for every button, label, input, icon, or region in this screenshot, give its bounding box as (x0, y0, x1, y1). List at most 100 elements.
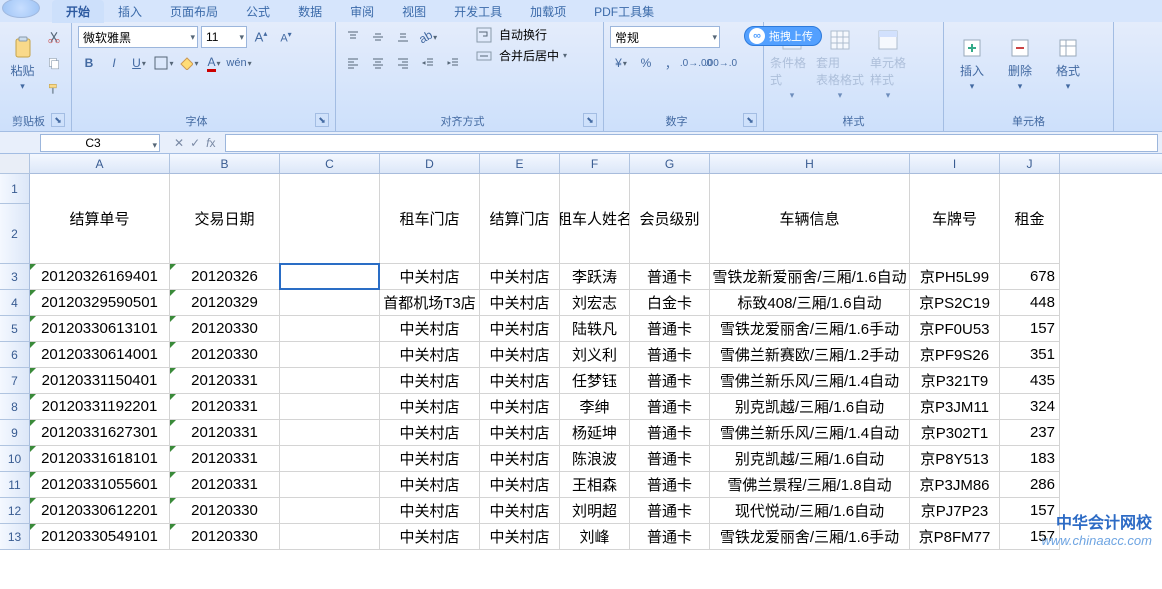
data-cell[interactable]: 李跃涛 (560, 264, 630, 290)
tab-9[interactable]: PDF工具集 (580, 0, 668, 23)
col-header[interactable]: G (630, 154, 710, 173)
col-header[interactable]: A (30, 154, 170, 173)
data-cell[interactable]: 京P3JM11 (910, 394, 1000, 420)
fx-button[interactable]: fx (206, 136, 215, 150)
tab-3[interactable]: 公式 (232, 0, 284, 23)
clipboard-dialog-launcher[interactable]: ⬊ (51, 113, 65, 127)
data-cell[interactable] (280, 368, 380, 394)
office-button[interactable] (2, 0, 40, 18)
header-cell[interactable]: 租车人姓名 (560, 174, 630, 264)
data-cell[interactable]: 20120331192201 (30, 394, 170, 420)
data-cell[interactable]: 京P8Y513 (910, 446, 1000, 472)
data-cell[interactable] (280, 394, 380, 420)
row-header[interactable]: 8 (0, 394, 30, 420)
data-cell[interactable]: 陆轶凡 (560, 316, 630, 342)
insert-cells-button[interactable]: 插入▾ (950, 26, 994, 102)
data-cell[interactable] (280, 342, 380, 368)
data-cell[interactable]: 中关村店 (480, 316, 560, 342)
data-cell[interactable]: 20120329 (170, 290, 280, 316)
data-cell[interactable]: 普通卡 (630, 420, 710, 446)
data-cell[interactable]: 京P3JM86 (910, 472, 1000, 498)
row-header[interactable]: 2 (0, 204, 30, 264)
format-as-table-button[interactable]: 套用 表格格式▾ (818, 26, 862, 102)
align-top-button[interactable] (342, 26, 364, 48)
data-cell[interactable]: 中关村店 (480, 264, 560, 290)
shrink-font-button[interactable]: A▾ (275, 26, 297, 48)
data-cell[interactable]: 中关村店 (380, 498, 480, 524)
data-cell[interactable]: 20120330 (170, 498, 280, 524)
data-cell[interactable]: 中关村店 (480, 290, 560, 316)
data-cell[interactable]: 20120331055601 (30, 472, 170, 498)
data-cell[interactable]: 20120330549101 (30, 524, 170, 550)
data-cell[interactable]: 京PS2C19 (910, 290, 1000, 316)
data-cell[interactable]: 448 (1000, 290, 1060, 316)
data-cell[interactable]: 雪佛兰新赛欧/三厢/1.2手动 (710, 342, 910, 368)
data-cell[interactable]: 雪佛兰景程/三厢/1.8自动 (710, 472, 910, 498)
data-cell[interactable]: 任梦钰 (560, 368, 630, 394)
tab-7[interactable]: 开发工具 (440, 0, 516, 23)
data-cell[interactable]: 286 (1000, 472, 1060, 498)
data-cell[interactable] (280, 264, 380, 290)
cell-styles-button[interactable]: 单元格 样式▾ (866, 26, 910, 102)
align-bottom-button[interactable] (392, 26, 414, 48)
data-cell[interactable]: 标致408/三厢/1.6自动 (710, 290, 910, 316)
row-header[interactable]: 4 (0, 290, 30, 316)
cells-area[interactable]: 结算单号交易日期租车门店结算门店租车人姓名会员级别车辆信息车牌号租金201203… (30, 174, 1162, 550)
data-cell[interactable]: 京P8FM77 (910, 524, 1000, 550)
data-cell[interactable]: 刘义利 (560, 342, 630, 368)
header-cell[interactable]: 车牌号 (910, 174, 1000, 264)
tab-1[interactable]: 插入 (104, 0, 156, 23)
formula-input[interactable] (225, 134, 1158, 152)
data-cell[interactable]: 京PF9S26 (910, 342, 1000, 368)
decrease-decimal-button[interactable]: .00→.0 (710, 52, 732, 74)
font-name-combo[interactable]: 微软雅黑▾ (78, 26, 198, 48)
data-cell[interactable]: 157 (1000, 316, 1060, 342)
row-header[interactable]: 12 (0, 498, 30, 524)
data-cell[interactable]: 雪佛兰新乐风/三厢/1.4自动 (710, 368, 910, 394)
data-cell[interactable]: 雪佛兰新乐风/三厢/1.4自动 (710, 420, 910, 446)
data-cell[interactable]: 雪铁龙新爱丽舍/三厢/1.6自动 (710, 264, 910, 290)
col-header[interactable]: E (480, 154, 560, 173)
data-cell[interactable]: 中关村店 (380, 394, 480, 420)
data-cell[interactable]: 中关村店 (380, 524, 480, 550)
data-cell[interactable]: 157 (1000, 498, 1060, 524)
header-cell[interactable] (280, 174, 380, 264)
data-cell[interactable]: 首都机场T3店 (380, 290, 480, 316)
format-cells-button[interactable]: 格式▾ (1046, 26, 1090, 102)
data-cell[interactable]: 中关村店 (480, 394, 560, 420)
align-dialog-launcher[interactable]: ⬊ (583, 113, 597, 127)
row-header[interactable]: 7 (0, 368, 30, 394)
data-cell[interactable]: 324 (1000, 394, 1060, 420)
upload-pill[interactable]: ∞ 拖拽上传 (744, 26, 822, 46)
tab-5[interactable]: 审阅 (336, 0, 388, 23)
data-cell[interactable]: 20120330614001 (30, 342, 170, 368)
data-cell[interactable]: 普通卡 (630, 472, 710, 498)
copy-button[interactable] (43, 52, 65, 74)
delete-cells-button[interactable]: 删除▾ (998, 26, 1042, 102)
header-cell[interactable]: 结算单号 (30, 174, 170, 264)
data-cell[interactable] (280, 472, 380, 498)
data-cell[interactable]: 20120331150401 (30, 368, 170, 394)
font-size-combo[interactable]: 11▾ (201, 26, 247, 48)
data-cell[interactable]: 20120329590501 (30, 290, 170, 316)
data-cell[interactable]: 20120326 (170, 264, 280, 290)
number-format-combo[interactable]: 常规▾ (610, 26, 720, 48)
tab-6[interactable]: 视图 (388, 0, 440, 23)
data-cell[interactable]: 中关村店 (480, 368, 560, 394)
data-cell[interactable]: 20120326169401 (30, 264, 170, 290)
tab-2[interactable]: 页面布局 (156, 0, 232, 23)
data-cell[interactable] (280, 290, 380, 316)
italic-button[interactable]: I (103, 52, 125, 74)
data-cell[interactable]: 刘峰 (560, 524, 630, 550)
data-cell[interactable] (280, 446, 380, 472)
merge-center-button[interactable]: 合并后居中▾ (476, 47, 567, 64)
increase-decimal-button[interactable]: .0→.00 (685, 52, 707, 74)
paste-button[interactable]: 粘贴 ▾ (6, 26, 39, 102)
header-cell[interactable]: 租车门店 (380, 174, 480, 264)
data-cell[interactable]: 普通卡 (630, 342, 710, 368)
data-cell[interactable]: 中关村店 (380, 342, 480, 368)
row-header[interactable]: 9 (0, 420, 30, 446)
header-cell[interactable]: 交易日期 (170, 174, 280, 264)
borders-button[interactable]: ▾ (153, 52, 175, 74)
data-cell[interactable]: 20120330 (170, 342, 280, 368)
